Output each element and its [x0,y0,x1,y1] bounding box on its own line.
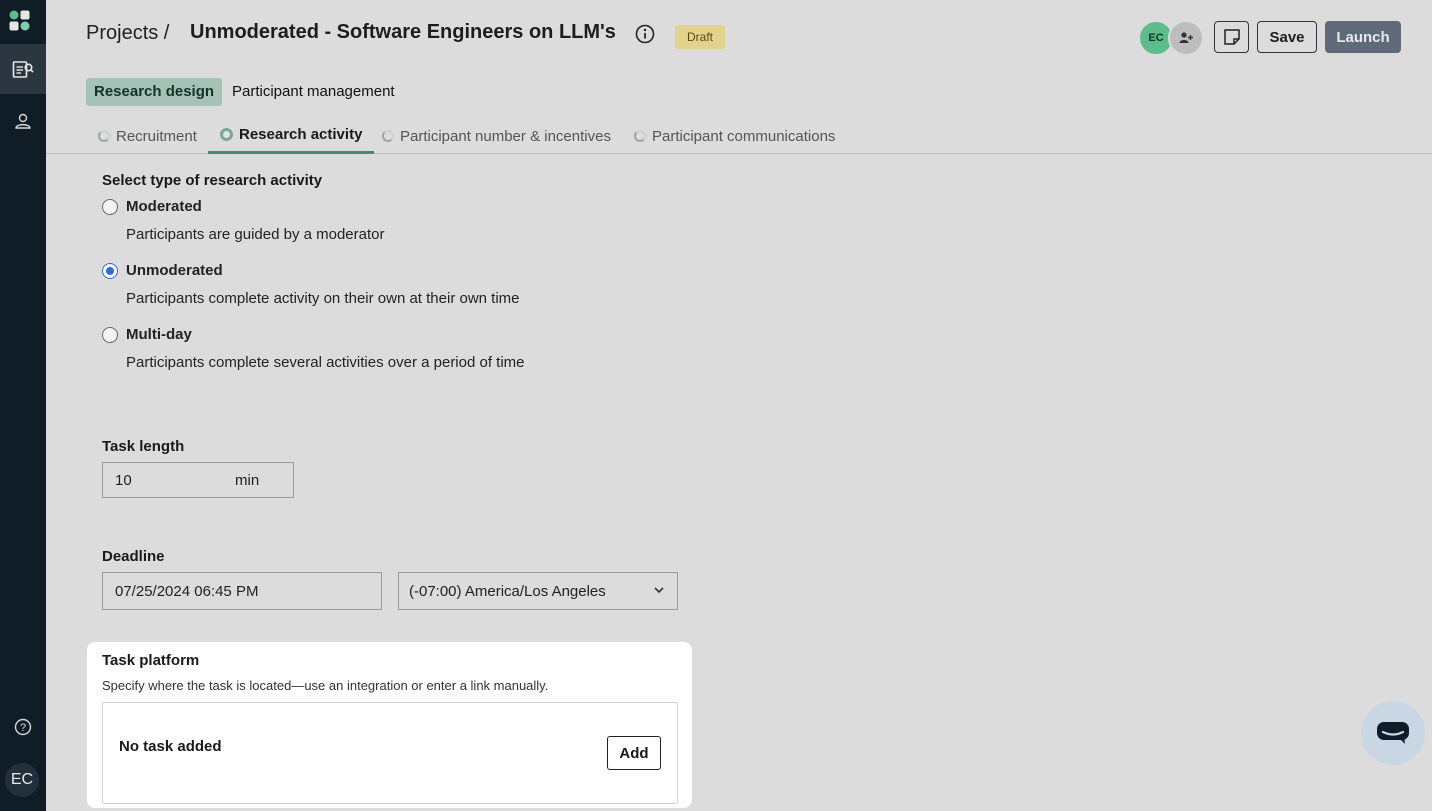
tab-research-design[interactable]: Research design [86,78,223,106]
radio-unmoderated[interactable] [102,263,118,279]
option-title-multi-day[interactable]: Multi-day [126,326,192,343]
no-task-message: No task added [119,738,222,755]
breadcrumb-projects[interactable]: Projects / [86,22,169,45]
task-platform-card: Task platform Specify where the task is … [87,642,692,808]
subtab-label: Recruitment [116,127,197,145]
launch-button[interactable]: Launch [1325,21,1401,53]
progress-ring-icon [220,128,233,141]
timezone-value: (-07:00) America/Los Angeles [409,582,606,600]
chevron-down-icon [654,587,664,594]
status-badge: Draft [675,25,726,49]
subtab-participant-communications[interactable]: Participant communications [634,118,835,154]
subtab-research-activity[interactable]: Research activity [208,118,375,154]
help-icon: ? [14,718,32,736]
save-button[interactable]: Save [1257,21,1317,53]
subtab-label: Participant number & incentives [400,127,611,145]
app-logo-icon[interactable] [8,9,32,33]
research-icon [12,61,34,78]
tab-participant-management[interactable]: Participant management [224,78,403,106]
participants-icon [15,113,31,129]
research-activity-heading: Select type of research activity [102,172,323,189]
add-task-button[interactable]: Add [607,736,661,770]
task-length-value: 10 [115,471,132,489]
subtab-label: Participant communications [652,127,836,145]
svg-text:?: ? [20,722,26,734]
user-avatar[interactable]: EC [5,763,39,797]
deadline-datetime-value: 07/25/2024 06:45 PM [115,582,259,600]
progress-ring-icon [98,130,110,142]
deadline-datetime-input[interactable]: 07/25/2024 06:45 PM [102,572,382,610]
task-platform-description: Specify where the task is located—use an… [102,678,549,693]
sidebar: ? EC [0,0,46,811]
task-platform-title: Task platform [102,652,200,669]
add-collaborator-button[interactable] [1168,20,1204,56]
sidebar-item-research[interactable] [0,44,46,94]
sub-tab-bar: Recruitment Research activity Participan… [46,118,1432,154]
subtab-participant-number-incentives[interactable]: Participant number & incentives [382,118,611,154]
radio-multi-day[interactable] [102,327,118,343]
radio-moderated[interactable] [102,199,118,215]
option-title-moderated[interactable]: Moderated [126,198,202,215]
subtab-recruitment[interactable]: Recruitment [98,118,197,154]
option-description: Participants complete several activities… [126,354,525,371]
chat-icon [1377,722,1409,744]
task-length-unit: min [235,472,260,489]
sticky-note-icon [1223,29,1240,45]
task-length-label: Task length [102,438,185,455]
deadline-label: Deadline [102,548,165,565]
add-user-icon [1179,32,1193,43]
sidebar-item-help[interactable]: ? [0,702,46,752]
notes-button[interactable] [1214,21,1249,53]
option-description: Participants are guided by a moderator [126,226,385,243]
option-description: Participants complete activity on their … [126,290,520,307]
task-list-box: No task added Add [102,702,678,804]
timezone-select[interactable]: (-07:00) America/Los Angeles [398,572,678,610]
option-title-unmoderated[interactable]: Unmoderated [126,262,223,279]
task-length-input[interactable]: 10 [102,462,294,498]
progress-ring-icon [382,130,394,142]
page-title: Unmoderated - Software Engineers on LLM'… [190,21,616,43]
chat-widget-button[interactable] [1361,701,1425,765]
progress-ring-icon [634,130,646,142]
sidebar-item-participants[interactable] [0,96,46,146]
info-icon[interactable] [635,24,655,44]
subtab-label: Research activity [239,126,363,143]
